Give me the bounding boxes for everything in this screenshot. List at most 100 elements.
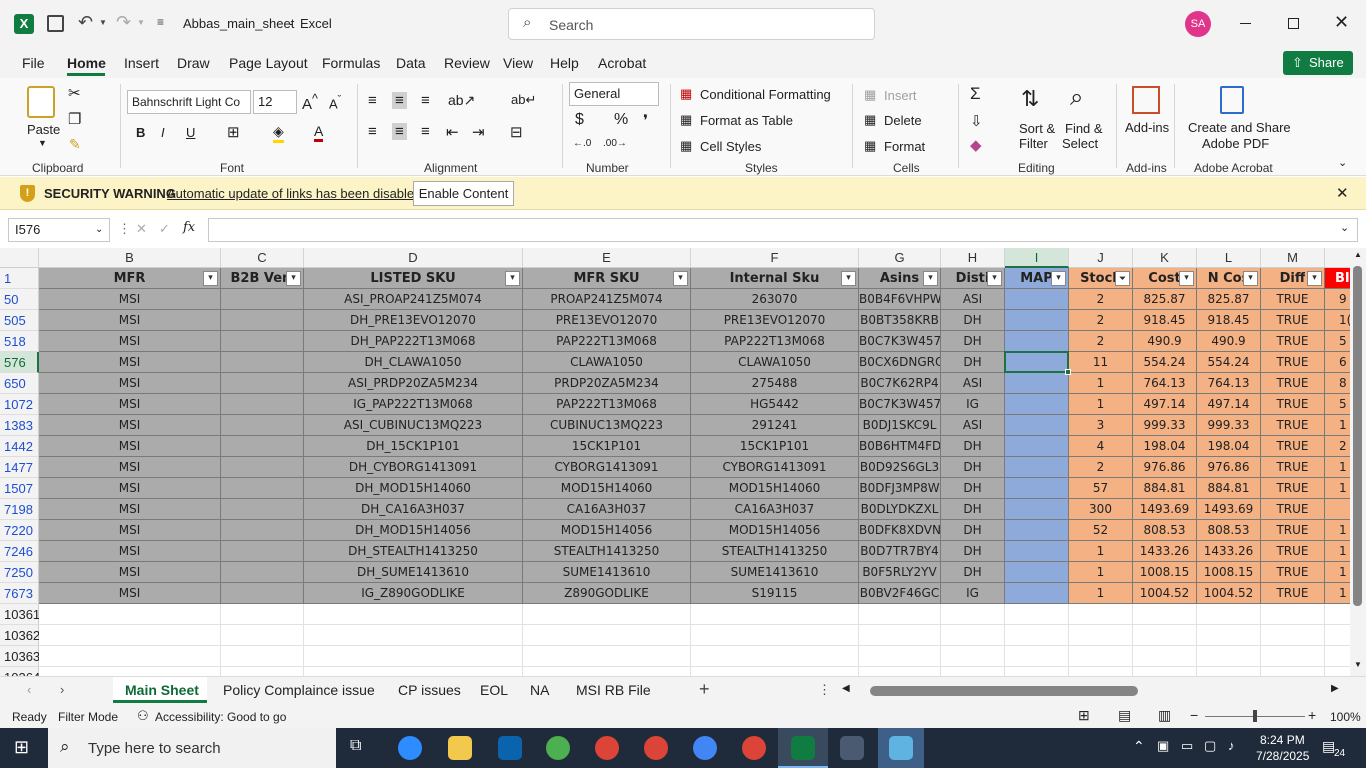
- empty-cell[interactable]: [691, 646, 859, 667]
- copy-icon[interactable]: ❐: [68, 110, 81, 128]
- table-cell[interactable]: 198.04: [1133, 436, 1197, 457]
- table-cell[interactable]: PRDP20ZA5M234: [523, 373, 691, 394]
- empty-cell[interactable]: [941, 604, 1005, 625]
- next-sheet-icon[interactable]: ›: [60, 682, 64, 697]
- table-cell[interactable]: [1005, 520, 1069, 541]
- table-cell[interactable]: [1005, 583, 1069, 604]
- table-cell[interactable]: 4: [1069, 436, 1133, 457]
- format-cells-button[interactable]: Format: [884, 139, 925, 154]
- increase-font-icon[interactable]: A^: [302, 92, 318, 113]
- tab-acrobat[interactable]: Acrobat: [598, 55, 646, 71]
- empty-cell[interactable]: [1069, 646, 1133, 667]
- table-cell[interactable]: DH_CYBORG1413091: [304, 457, 523, 478]
- sheet-tab-main-sheet[interactable]: Main Sheet: [125, 682, 199, 698]
- table-cell[interactable]: 1008.15: [1133, 562, 1197, 583]
- table-cell[interactable]: MSI: [39, 331, 221, 352]
- tab-split-grip-icon[interactable]: ⋮: [818, 682, 831, 698]
- row-header-505[interactable]: 505: [0, 310, 39, 331]
- sheet-tab-policy-complaince-issue[interactable]: Policy Complaince issue: [223, 682, 375, 698]
- table-cell[interactable]: B0B4F6VHPW: [859, 289, 941, 310]
- empty-cell[interactable]: [1197, 667, 1261, 676]
- table-cell[interactable]: MSI: [39, 310, 221, 331]
- table-cell[interactable]: 57: [1069, 478, 1133, 499]
- table-cell[interactable]: 808.53: [1197, 520, 1261, 541]
- add-ins-icon[interactable]: [1132, 86, 1160, 114]
- table-cell[interactable]: MSI: [39, 478, 221, 499]
- customize-toolbar-icon[interactable]: ≡: [157, 15, 164, 29]
- row-header-1[interactable]: 1: [0, 268, 39, 289]
- horizontal-scroll-thumb[interactable]: [870, 686, 1138, 696]
- table-cell[interactable]: 1: [1325, 520, 1350, 541]
- center-align-icon[interactable]: ≡: [392, 123, 407, 140]
- undo-dropdown-icon[interactable]: ▼: [99, 18, 107, 27]
- share-button[interactable]: ⇧ Share: [1283, 51, 1353, 75]
- table-cell[interactable]: B0BT358KRB: [859, 310, 941, 331]
- empty-cell[interactable]: [304, 625, 523, 646]
- table-cell[interactable]: DH: [941, 310, 1005, 331]
- table-cell[interactable]: B0D92S6GL3: [859, 457, 941, 478]
- table-cell[interactable]: PAP222T13M068: [691, 331, 859, 352]
- restore-icon[interactable]: [1288, 18, 1299, 29]
- tab-home[interactable]: Home: [67, 55, 106, 71]
- minimize-icon[interactable]: [1240, 23, 1251, 24]
- empty-cell[interactable]: [523, 604, 691, 625]
- column-header-partial[interactable]: [1325, 248, 1350, 268]
- table-cell[interactable]: HG5442: [691, 394, 859, 415]
- zoom-app-icon[interactable]: [398, 736, 422, 760]
- table-cell[interactable]: SUME1413610: [523, 562, 691, 583]
- table-cell[interactable]: MSI: [39, 289, 221, 310]
- table-cell[interactable]: 1: [1325, 415, 1350, 436]
- close-warning-icon[interactable]: ✕: [1336, 184, 1349, 202]
- tab-help[interactable]: Help: [550, 55, 579, 71]
- table-cell[interactable]: DH_MOD15H14056: [304, 520, 523, 541]
- enable-content-button[interactable]: Enable Content: [413, 181, 514, 206]
- table-cell[interactable]: TRUE: [1261, 415, 1325, 436]
- prev-sheet-icon[interactable]: ‹: [27, 682, 31, 697]
- delete-cells-button[interactable]: Delete: [884, 113, 922, 128]
- add-ins-button[interactable]: Add-ins: [1125, 120, 1169, 135]
- table-cell[interactable]: B0DFK8XDVN: [859, 520, 941, 541]
- table-header-cell[interactable]: MAP ▾: [1005, 268, 1069, 289]
- table-cell[interactable]: PROAP241Z5M074: [523, 289, 691, 310]
- table-cell[interactable]: 918.45: [1133, 310, 1197, 331]
- table-cell[interactable]: TRUE: [1261, 478, 1325, 499]
- table-cell[interactable]: 999.33: [1133, 415, 1197, 436]
- confirm-entry-icon[interactable]: ✓: [159, 221, 170, 237]
- table-cell[interactable]: [221, 520, 304, 541]
- empty-cell[interactable]: [304, 646, 523, 667]
- table-cell[interactable]: 1: [1325, 583, 1350, 604]
- filter-dropdown-icon[interactable]: ▾: [1307, 271, 1322, 286]
- empty-cell[interactable]: [1005, 604, 1069, 625]
- formula-input[interactable]: [208, 218, 1358, 242]
- table-cell[interactable]: 2: [1325, 436, 1350, 457]
- font-color-icon[interactable]: A: [314, 123, 324, 142]
- table-cell[interactable]: MSI: [39, 583, 221, 604]
- table-cell[interactable]: DH_PAP222T13M068: [304, 331, 523, 352]
- table-cell[interactable]: ASI: [941, 373, 1005, 394]
- outlook-icon[interactable]: [498, 736, 522, 760]
- row-header-1507[interactable]: 1507: [0, 478, 39, 499]
- table-cell[interactable]: MOD15H14060: [523, 478, 691, 499]
- italic-icon[interactable]: I: [161, 125, 165, 140]
- table-cell[interactable]: 15CK1P101: [691, 436, 859, 457]
- find-select-label-1[interactable]: Find &: [1065, 121, 1103, 136]
- cancel-entry-icon[interactable]: ✕: [136, 221, 147, 237]
- table-cell[interactable]: [221, 457, 304, 478]
- underline-icon[interactable]: U: [186, 125, 195, 140]
- table-cell[interactable]: 976.86: [1133, 457, 1197, 478]
- increase-decimal-icon[interactable]: ←.0: [573, 138, 591, 149]
- page-break-view-icon[interactable]: ▥: [1158, 707, 1171, 724]
- empty-cell[interactable]: [39, 604, 221, 625]
- filter-dropdown-icon[interactable]: ▾: [1243, 271, 1258, 286]
- table-cell[interactable]: [1005, 289, 1069, 310]
- table-cell[interactable]: 5: [1325, 331, 1350, 352]
- create-share-label-2[interactable]: Adobe PDF: [1202, 136, 1269, 151]
- table-cell[interactable]: TRUE: [1261, 520, 1325, 541]
- scroll-up-icon[interactable]: ▲: [1354, 250, 1362, 259]
- table-cell[interactable]: B0F5RLY2YV: [859, 562, 941, 583]
- table-cell[interactable]: B0B6HTM4FD: [859, 436, 941, 457]
- empty-cell[interactable]: [691, 625, 859, 646]
- column-header-k[interactable]: K: [1133, 248, 1197, 268]
- empty-cell[interactable]: [304, 667, 523, 676]
- table-cell[interactable]: MSI: [39, 541, 221, 562]
